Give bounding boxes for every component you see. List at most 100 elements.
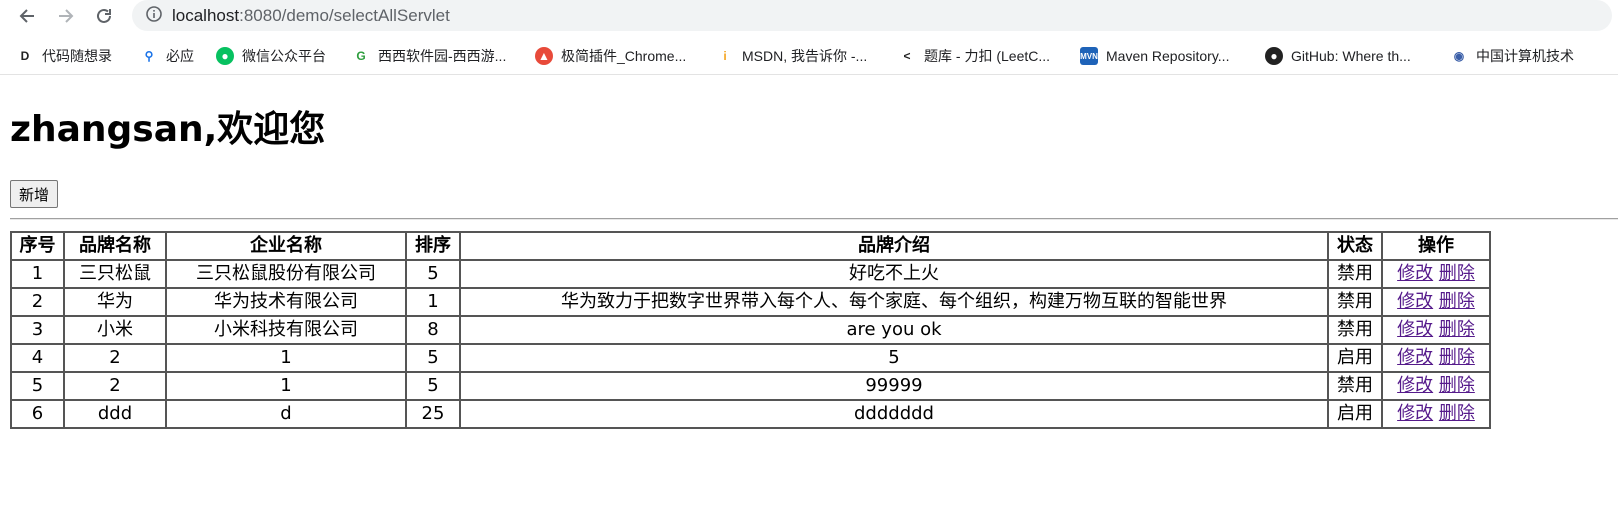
bookmark-item[interactable]: ⚲ 必应 [140, 38, 194, 74]
github-icon: ● [1265, 47, 1283, 65]
chrome-plugin-icon: ▲ [535, 47, 553, 65]
cell-order: 25 [405, 399, 461, 429]
header-operations: 操作 [1381, 231, 1491, 261]
reload-icon[interactable] [92, 4, 116, 28]
edit-link[interactable]: 修改 [1397, 375, 1433, 396]
bookmark-item[interactable]: ▲ 极简插件_Chrome... [535, 38, 686, 74]
edit-link[interactable]: 修改 [1397, 291, 1433, 312]
cell-brand-name: ddd [63, 399, 167, 429]
header-order: 排序 [405, 231, 461, 261]
edit-link[interactable]: 修改 [1397, 319, 1433, 340]
cell-operations: 修改 删除 [1381, 259, 1491, 289]
address-bar[interactable]: localhost:8080/demo/selectAllServlet [132, 0, 1612, 31]
maven-icon: MVN [1080, 47, 1098, 65]
code-bookmark-icon: D [20, 49, 30, 63]
cell-order: 5 [405, 259, 461, 289]
cell-company-name: 1 [165, 371, 407, 401]
cell-status: 禁用 [1327, 371, 1383, 401]
bookmark-item[interactable]: < 题库 - 力扣 (LeetC... [898, 38, 1050, 74]
cell-company-name: 小米科技有限公司 [165, 315, 407, 345]
edit-link[interactable]: 修改 [1397, 403, 1433, 424]
cell-id: 1 [10, 259, 65, 289]
bookmark-item[interactable]: MVN Maven Repository... [1080, 38, 1229, 74]
bookmark-item[interactable]: G 西西软件园-西西游... [352, 38, 506, 74]
cell-order: 8 [405, 315, 461, 345]
browser-toolbar: localhost:8080/demo/selectAllServlet [0, 0, 1618, 32]
table-row: 3 小米 小米科技有限公司 8 are you ok 禁用 修改 删除 [10, 315, 1491, 345]
header-description: 品牌介绍 [459, 231, 1329, 261]
back-arrow-icon[interactable] [15, 4, 39, 28]
brand-table: 序号 品牌名称 企业名称 排序 品牌介绍 状态 操作 1 三只松鼠 三只松鼠股份… [10, 231, 1491, 429]
cell-id: 2 [10, 287, 65, 317]
bookmark-label: 极简插件_Chrome... [561, 48, 687, 64]
table-row: 2 华为 华为技术有限公司 1 华为致力于把数字世界带入每个人、每个家庭、每个组… [10, 287, 1491, 317]
cell-description: 华为致力于把数字世界带入每个人、每个家庭、每个组织，构建万物互联的智能世界 [459, 287, 1329, 317]
cell-operations: 修改 删除 [1381, 315, 1491, 345]
bookmark-item[interactable]: D 代码随想录 [16, 38, 112, 74]
delete-link[interactable]: 删除 [1439, 403, 1475, 424]
cell-brand-name: 2 [63, 371, 167, 401]
delete-link[interactable]: 删除 [1439, 319, 1475, 340]
cell-order: 5 [405, 343, 461, 373]
bookmark-label: Maven Repository... [1106, 48, 1230, 64]
forward-arrow-icon[interactable] [54, 4, 78, 28]
cell-status: 启用 [1327, 343, 1383, 373]
cell-brand-name: 小米 [63, 315, 167, 345]
bookmark-label: 中国计算机技术 [1476, 48, 1574, 64]
cell-description: are you ok [459, 315, 1329, 345]
url-host: localhost [172, 6, 240, 25]
bookmark-label: GitHub: Where th... [1291, 48, 1411, 64]
cell-status: 启用 [1327, 399, 1383, 429]
cell-operations: 修改 删除 [1381, 343, 1491, 373]
cell-status: 禁用 [1327, 315, 1383, 345]
table-row: 5 2 1 5 99999 禁用 修改 删除 [10, 371, 1491, 401]
cell-company-name: 华为技术有限公司 [165, 287, 407, 317]
cell-brand-name: 三只松鼠 [63, 259, 167, 289]
msdn-icon: i [723, 49, 727, 63]
bookmark-label: 必应 [166, 48, 194, 64]
bookmark-item[interactable]: i MSDN, 我告诉你 -... [716, 38, 867, 74]
divider [10, 218, 1618, 220]
cell-status: 禁用 [1327, 287, 1383, 317]
cell-description: ddddddd [459, 399, 1329, 429]
cell-description: 好吃不上火 [459, 259, 1329, 289]
header-id: 序号 [10, 231, 65, 261]
header-company-name: 企业名称 [165, 231, 407, 261]
delete-link[interactable]: 删除 [1439, 291, 1475, 312]
delete-link[interactable]: 删除 [1439, 375, 1475, 396]
cell-order: 1 [405, 287, 461, 317]
header-brand-name: 品牌名称 [63, 231, 167, 261]
table-row: 4 2 1 5 5 启用 修改 删除 [10, 343, 1491, 373]
bookmark-label: 题库 - 力扣 (LeetC... [924, 48, 1051, 64]
edit-link[interactable]: 修改 [1397, 263, 1433, 284]
table-row: 1 三只松鼠 三只松鼠股份有限公司 5 好吃不上火 禁用 修改 删除 [10, 259, 1491, 289]
bookmark-label: 代码随想录 [42, 48, 112, 64]
table-row: 6 ddd d 25 ddddddd 启用 修改 删除 [10, 399, 1491, 429]
add-button[interactable]: 新增 [10, 180, 59, 208]
leetcode-icon: < [903, 49, 911, 63]
bookmark-item[interactable]: ● 微信公众平台 [216, 38, 326, 74]
delete-link[interactable]: 删除 [1439, 263, 1475, 284]
cn-computer-icon: ◉ [1453, 49, 1465, 63]
cell-brand-name: 2 [63, 343, 167, 373]
delete-link[interactable]: 删除 [1439, 347, 1475, 368]
cell-description: 99999 [459, 371, 1329, 401]
bing-search-icon: ⚲ [144, 49, 154, 63]
edit-link[interactable]: 修改 [1397, 347, 1433, 368]
url-path: :8080/demo/selectAllServlet [239, 6, 450, 25]
cell-id: 4 [10, 343, 65, 373]
cell-description: 5 [459, 343, 1329, 373]
bookmark-label: 微信公众平台 [242, 48, 326, 64]
cell-id: 6 [10, 399, 65, 429]
cell-company-name: 1 [165, 343, 407, 373]
site-info-icon[interactable] [146, 6, 162, 22]
cell-status: 禁用 [1327, 259, 1383, 289]
header-status: 状态 [1327, 231, 1383, 261]
page-title: zhangsan,欢迎您 [10, 109, 326, 150]
bookmark-item[interactable]: ◉ 中国计算机技术 [1450, 38, 1574, 74]
bookmarks-bar: D 代码随想录 ⚲ 必应 ● 微信公众平台 G 西西软件园-西西游... ▲ 极… [0, 38, 1618, 75]
bookmark-label: 西西软件园-西西游... [378, 48, 507, 64]
cell-operations: 修改 删除 [1381, 371, 1491, 401]
cell-order: 5 [405, 371, 461, 401]
bookmark-item[interactable]: ● GitHub: Where th... [1265, 38, 1411, 74]
